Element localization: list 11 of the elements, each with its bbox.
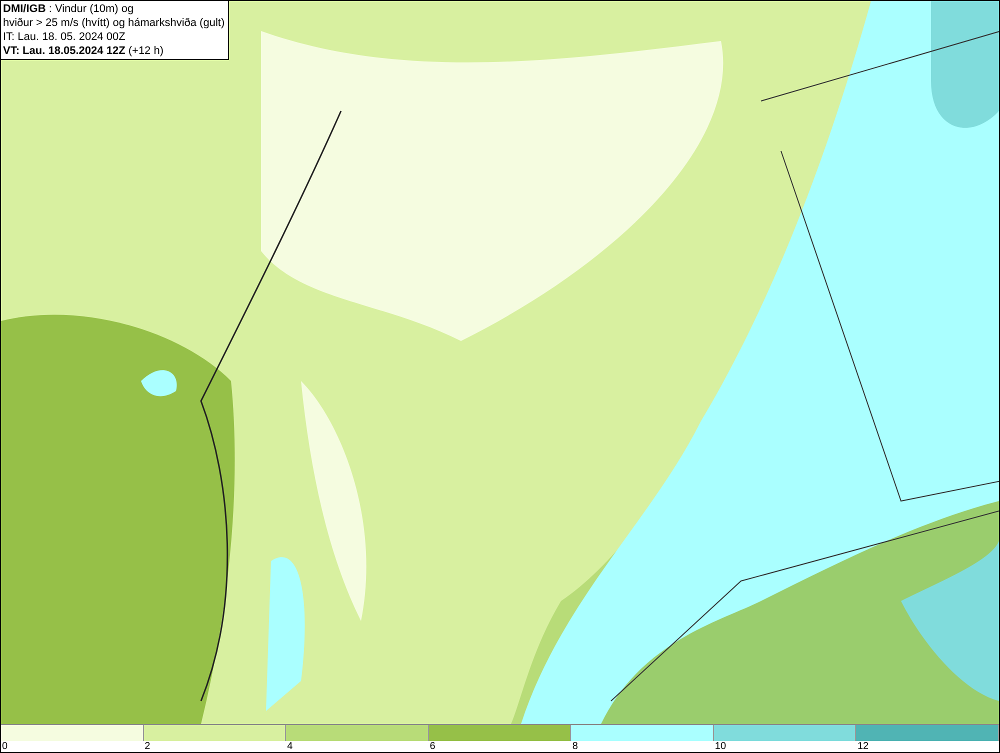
legend-label: 8: [571, 741, 578, 752]
legend-label: 2: [144, 741, 150, 752]
info-text: VT: Lau. 18.05.2024 12Z (+12 h): [3, 44, 165, 58]
info-text: IT: Lau. 18. 05. 2024 00Z: [3, 30, 126, 44]
legend-label: 4: [286, 741, 293, 752]
legend-label: 12: [856, 741, 869, 752]
legend-label: 0: [1, 741, 8, 752]
info-text: DMI/IGB : Vindur (10m) og: [3, 2, 135, 16]
legend-label: 6: [428, 741, 436, 752]
legend-label: 10: [714, 741, 726, 752]
info-text: hviður > 25 m/s (hvítt) og hámarkshviða (gult): [3, 16, 225, 30]
